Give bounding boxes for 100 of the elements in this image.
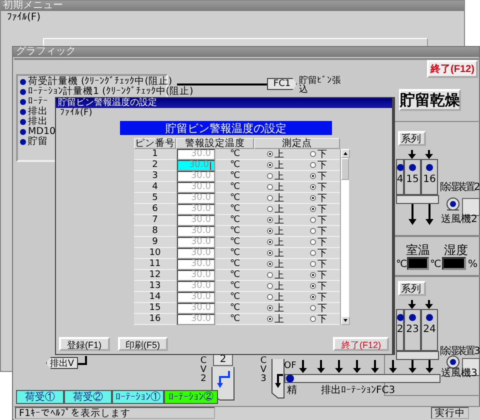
menu-item[interactable]: ﾌｧｲﾙ(F) (60, 108, 92, 119)
radio-button[interactable] (266, 316, 272, 322)
radio-button[interactable] (266, 184, 272, 190)
device-label: 除湿装置3 (440, 347, 479, 357)
scrollbar[interactable] (340, 149, 349, 325)
radio-button[interactable] (310, 195, 316, 201)
radio-option[interactable]: 上 (266, 224, 284, 238)
radio-button[interactable] (266, 305, 272, 311)
radio-button[interactable] (266, 151, 272, 157)
radio-option[interactable]: 下 (310, 280, 328, 292)
menu-item[interactable]: ﾌｧｲﾙ(F) (7, 12, 41, 24)
cv-label: CV2 (199, 357, 208, 384)
status-state: 実行中 (431, 407, 469, 419)
radio-button[interactable] (310, 217, 316, 223)
radio-option[interactable]: 上 (266, 280, 284, 292)
radio-button[interactable] (310, 250, 316, 256)
exit-button[interactable]: 終了(F12) (427, 60, 478, 78)
line-button[interactable]: 荷受① (16, 390, 64, 404)
unit-label: % (468, 260, 478, 270)
conveyor-label: 排出ﾛｰﾃｰｼｮﾝFC3 (321, 386, 396, 396)
radio-option[interactable]: 下 (310, 246, 328, 260)
radio-button[interactable] (310, 305, 316, 311)
bin-number: 2 (396, 324, 404, 335)
status-dot (20, 99, 26, 105)
radio-button[interactable] (266, 206, 272, 212)
device-box (462, 358, 480, 376)
table-cell: 2 (134, 160, 176, 171)
radio-option[interactable]: 上 (266, 236, 284, 248)
radio-button[interactable] (310, 294, 316, 300)
radio-option[interactable]: 下 (310, 158, 328, 172)
unit-label: ℃ (216, 182, 254, 193)
unit-label: ℃ (216, 292, 254, 303)
radio-option[interactable]: 上 (266, 158, 284, 172)
radio-button[interactable] (310, 316, 316, 322)
radio-option[interactable]: 下 (310, 268, 328, 282)
unit-label: ℃ (216, 149, 254, 160)
exit-button[interactable]: 終了(F12) (333, 337, 389, 351)
radio-button[interactable] (310, 162, 316, 168)
radio-option[interactable]: 上 (266, 148, 284, 160)
radio-option[interactable]: 下 (310, 236, 328, 248)
pipe-drawing (78, 356, 90, 366)
scrollbar-thumb[interactable] (341, 158, 349, 180)
radio-option[interactable]: 上 (266, 180, 284, 194)
radio-option[interactable]: 上 (266, 214, 284, 226)
radio-option[interactable]: 上 (266, 246, 284, 260)
radio-button[interactable] (310, 272, 316, 278)
radio-button[interactable] (310, 173, 316, 179)
radio-button[interactable] (266, 228, 272, 234)
radio-option[interactable]: 上 (266, 312, 284, 326)
line-button[interactable]: 系列 (398, 281, 426, 296)
dialog-button[interactable]: 登録(F1) (59, 337, 110, 351)
radio-button[interactable] (266, 173, 272, 179)
radio-option[interactable]: 上 (266, 192, 284, 204)
radio-option[interactable]: 上 (266, 170, 284, 182)
radio-button[interactable] (266, 283, 272, 289)
radio-button[interactable] (310, 239, 316, 245)
radio-option[interactable]: 下 (310, 258, 328, 270)
radio-button[interactable] (266, 294, 272, 300)
radio-option[interactable]: 下 (310, 312, 328, 326)
radio-option[interactable]: 上 (266, 258, 284, 270)
unit-label: ℃ (216, 259, 254, 270)
radio-button[interactable] (266, 239, 272, 245)
dialog-button[interactable]: 印刷(F5) (118, 337, 168, 351)
device-label: 除湿装置2 (440, 183, 479, 193)
legend-text: 排出 (28, 117, 48, 127)
radio-option[interactable]: 上 (266, 268, 284, 282)
radio-button[interactable] (266, 217, 272, 223)
line-button[interactable]: ﾛｰﾃｰｼｮﾝ② (164, 390, 218, 404)
radio-option[interactable]: 下 (310, 180, 328, 194)
radio-button[interactable] (266, 195, 272, 201)
radio-option[interactable]: 上 (266, 202, 284, 216)
unit-label: ℃ (216, 248, 254, 259)
radio-button[interactable] (266, 272, 272, 278)
unit-label: ℃ (216, 237, 254, 248)
section-title: 貯留乾燥 (399, 89, 461, 111)
radio-button[interactable] (310, 283, 316, 289)
line-button[interactable]: ﾛｰﾃｰｼｮﾝ① (112, 390, 164, 404)
radio-button[interactable] (266, 261, 272, 267)
bin-number: 24 (423, 324, 436, 335)
radio-option[interactable]: 下 (310, 290, 328, 304)
radio-button[interactable] (310, 206, 316, 212)
room-temp-label: 室温 (406, 244, 430, 256)
radio-option[interactable]: 下 (310, 170, 328, 182)
radio-option[interactable]: 上 (266, 290, 284, 304)
radio-option[interactable]: 下 (310, 214, 328, 226)
table-cell: 3 (134, 171, 176, 182)
radio-button[interactable] (266, 250, 272, 256)
line-button[interactable]: 荷受② (64, 390, 112, 404)
radio-option[interactable]: 下 (310, 224, 328, 238)
radio-option[interactable]: 下 (310, 302, 328, 314)
radio-button[interactable] (310, 261, 316, 267)
radio-option[interactable]: 下 (310, 192, 328, 204)
radio-option[interactable]: 下 (310, 202, 328, 216)
radio-button[interactable] (266, 162, 272, 168)
radio-button[interactable] (310, 151, 316, 157)
radio-option[interactable]: 上 (266, 302, 284, 314)
radio-button[interactable] (310, 184, 316, 190)
radio-option[interactable]: 下 (310, 148, 328, 160)
radio-button[interactable] (310, 228, 316, 234)
line-button[interactable]: 系列 (398, 131, 426, 146)
